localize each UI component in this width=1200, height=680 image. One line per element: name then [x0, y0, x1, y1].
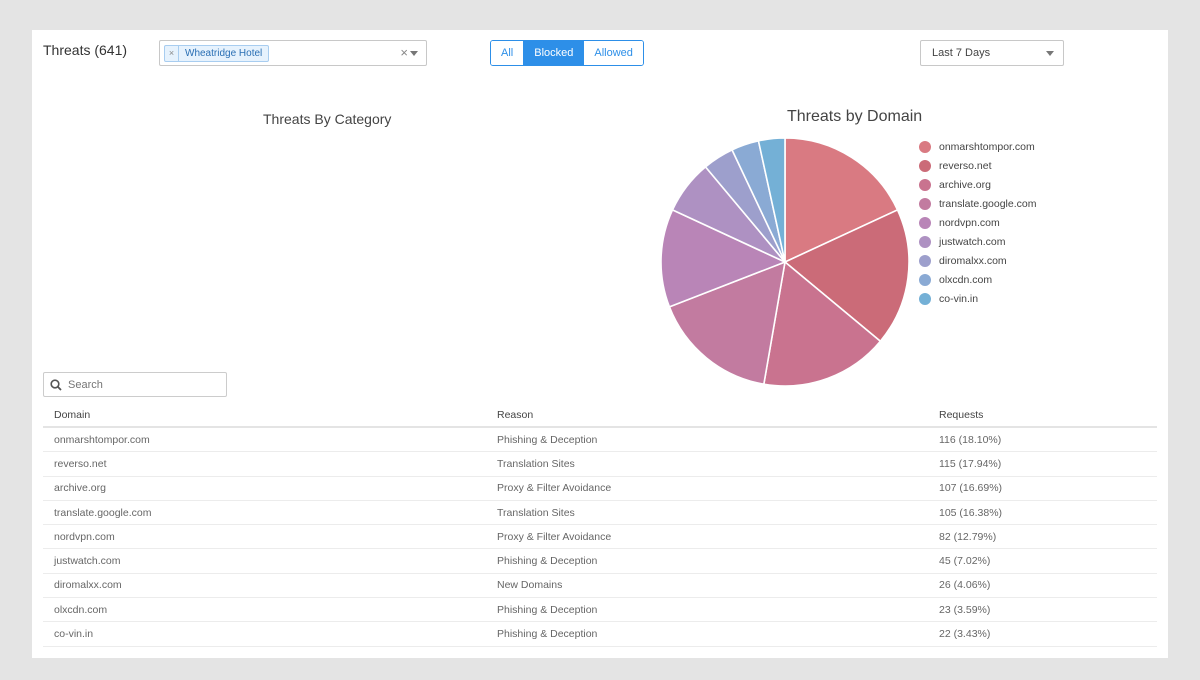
- legend-swatch: [919, 273, 931, 286]
- search-icon: [50, 378, 62, 391]
- domain-pie-chart: [660, 137, 910, 387]
- table-row[interactable]: reverso.net Translation Sites 115 (17.94%): [43, 452, 1157, 477]
- cell-requests: 115 (17.94%): [939, 457, 1002, 470]
- selected-tag: × Wheatridge Hotel: [164, 45, 270, 62]
- legend-swatch: [919, 159, 931, 172]
- legend-item[interactable]: archive.org: [919, 175, 1036, 194]
- legend-item[interactable]: diromalxx.com: [919, 251, 1036, 270]
- legend-label: olxcdn.com: [939, 273, 993, 286]
- table-row[interactable]: co-vin.in Phishing & Deception 22 (3.43%): [43, 622, 1157, 647]
- cell-requests: 107 (16.69%): [939, 482, 1003, 495]
- table-row[interactable]: onmarshtompor.com Phishing & Deception 116…: [43, 428, 1157, 453]
- tag-remove-icon[interactable]: ×: [165, 46, 179, 61]
- cell-domain: archive.org: [54, 482, 106, 495]
- legend-swatch: [919, 254, 931, 267]
- domain-chart-legend: onmarshtompor.com reverso.net archive.org t…: [919, 137, 1036, 308]
- column-header-requests[interactable]: Requests: [939, 409, 1157, 421]
- legend-label: onmarshtompor.com: [939, 140, 1035, 153]
- cell-requests: 23 (3.59%): [939, 603, 991, 616]
- search-box[interactable]: [43, 372, 227, 397]
- cell-domain: translate.google.com: [54, 506, 152, 519]
- location-multiselect[interactable]: × Wheatridge Hotel ×: [159, 40, 427, 66]
- tab-all[interactable]: All: [491, 41, 524, 65]
- cell-requests: 26 (4.06%): [939, 579, 991, 592]
- page-title: Threats (641): [43, 42, 128, 58]
- legend-item[interactable]: nordvpn.com: [919, 213, 1036, 232]
- cell-domain: justwatch.com: [54, 555, 121, 568]
- cell-reason: Translation Sites: [497, 457, 575, 470]
- chevron-down-icon[interactable]: [1046, 51, 1054, 56]
- cell-reason: Phishing & Deception: [497, 603, 598, 616]
- legend-label: nordvpn.com: [939, 216, 1000, 229]
- table-row[interactable]: archive.org Proxy & Filter Avoidance 107 (…: [43, 477, 1157, 501]
- table-row[interactable]: olxcdn.com Phishing & Deception 23 (3.59%): [43, 598, 1157, 623]
- cell-domain: olxcdn.com: [54, 603, 108, 616]
- legend-item[interactable]: translate.google.com: [919, 194, 1036, 213]
- cell-domain: co-vin.in: [54, 628, 94, 641]
- cell-reason: New Domains: [497, 579, 563, 592]
- category-chart-title: Threats By Category: [263, 111, 392, 127]
- table-header: Domain Reason Requests: [43, 404, 1157, 428]
- selected-tag-label: Wheatridge Hotel: [185, 48, 263, 59]
- legend-swatch: [919, 235, 931, 248]
- chevron-down-icon[interactable]: [410, 51, 418, 56]
- cell-requests: 22 (3.43%): [939, 628, 991, 641]
- legend-item[interactable]: olxcdn.com: [919, 270, 1036, 289]
- cell-reason: Phishing & Deception: [497, 433, 598, 446]
- cell-reason: Phishing & Deception: [497, 628, 598, 641]
- legend-label: justwatch.com: [939, 235, 1006, 248]
- search-input[interactable]: [68, 378, 218, 391]
- clear-selection-icon[interactable]: ×: [400, 45, 408, 60]
- legend-swatch: [919, 197, 931, 210]
- cell-requests: 82 (12.79%): [939, 530, 997, 543]
- table-row[interactable]: translate.google.com Translation Sites 105…: [43, 501, 1157, 526]
- table-body: onmarshtompor.com Phishing & Deception 116…: [43, 428, 1157, 647]
- tab-allowed[interactable]: Allowed: [583, 41, 643, 65]
- column-header-domain[interactable]: Domain: [43, 409, 497, 421]
- tab-blocked[interactable]: Blocked: [523, 41, 584, 65]
- legend-swatch: [919, 292, 931, 305]
- date-range-select[interactable]: Last 7 Days: [920, 40, 1064, 66]
- legend-swatch: [919, 140, 931, 153]
- cell-domain: diromalxx.com: [54, 579, 122, 592]
- cell-requests: 105 (16.38%): [939, 506, 1003, 519]
- cell-reason: Proxy & Filter Avoidance: [497, 530, 612, 543]
- legend-label: archive.org: [939, 178, 991, 191]
- legend-swatch: [919, 216, 931, 229]
- legend-item[interactable]: reverso.net: [919, 156, 1036, 175]
- cell-domain: nordvpn.com: [54, 530, 115, 543]
- column-header-reason[interactable]: Reason: [497, 409, 939, 421]
- cell-reason: Proxy & Filter Avoidance: [497, 482, 612, 495]
- filter-segmented-control: All Blocked Allowed: [490, 40, 644, 66]
- cell-reason: Phishing & Deception: [497, 555, 598, 568]
- date-range-value: Last 7 Days: [932, 47, 991, 59]
- legend-item[interactable]: co-vin.in: [919, 289, 1036, 308]
- cell-domain: onmarshtompor.com: [54, 433, 150, 446]
- legend-swatch: [919, 178, 931, 191]
- legend-item[interactable]: onmarshtompor.com: [919, 137, 1036, 156]
- legend-label: translate.google.com: [939, 197, 1037, 210]
- legend-label: diromalxx.com: [939, 254, 1007, 267]
- legend-item[interactable]: justwatch.com: [919, 232, 1036, 251]
- legend-label: co-vin.in: [939, 292, 979, 305]
- domain-chart-title: Threats by Domain: [787, 108, 923, 125]
- cell-requests: 45 (7.02%): [939, 555, 991, 568]
- threats-table: Domain Reason Requests onmarshtompor.com…: [43, 404, 1157, 647]
- cell-requests: 116 (18.10%): [939, 433, 1002, 446]
- legend-label: reverso.net: [939, 159, 992, 172]
- table-row[interactable]: justwatch.com Phishing & Deception 45 (7.0…: [43, 549, 1157, 574]
- cell-domain: reverso.net: [54, 457, 107, 470]
- table-row[interactable]: diromalxx.com New Domains 26 (4.06%): [43, 574, 1157, 599]
- table-row[interactable]: nordvpn.com Proxy & Filter Avoidance 82 (1…: [43, 525, 1157, 550]
- cell-reason: Translation Sites: [497, 506, 575, 519]
